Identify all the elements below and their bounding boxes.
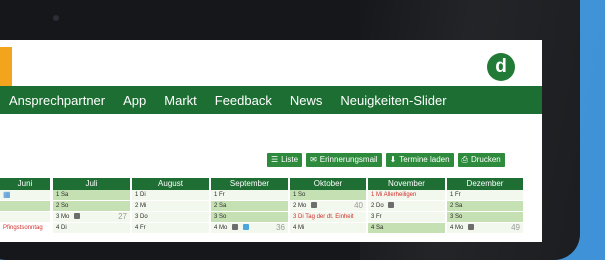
download-icon: ⬇ — [389, 155, 397, 164]
list-icon: ☰ — [271, 155, 279, 164]
year-calendar: Juni ▦ Pfingstsonntag Juli 1 Sa 2 So 3 M… — [0, 178, 542, 242]
day-label: 4 Mo — [214, 225, 228, 231]
calendar-day[interactable]: 1 Fr — [447, 190, 523, 201]
month-column-september: September 1 Fr 2 Sa 3 So 4 Mo 36 — [211, 178, 288, 234]
day-label: 2 Do — [371, 203, 384, 209]
load-appointments-button-label: Termine laden — [399, 155, 450, 164]
calendar-day[interactable]: 2 Mi — [132, 201, 209, 212]
calendar-day[interactable]: 4 Sa — [368, 223, 445, 234]
calendar-day[interactable]: 3 Di Tag der dt. Einheit — [290, 212, 366, 223]
calendar-day[interactable]: 3 Fr — [368, 212, 445, 223]
month-column-oktober: Oktober 1 So 2 Mo 40 3 Di Tag der dt. Ei… — [290, 178, 366, 234]
reminder-mail-button[interactable]: ✉ Erinnerungsmail — [306, 153, 382, 167]
calendar-day[interactable]: 2 So — [53, 201, 130, 212]
calendar-day[interactable] — [0, 212, 50, 223]
list-button[interactable]: ☰ Liste — [267, 153, 303, 167]
week-number: 27 — [118, 212, 127, 221]
main-nav: Ansprechpartner App Markt Feedback News … — [0, 86, 542, 114]
month-header: Juni — [0, 178, 50, 190]
print-button-label: Drucken — [470, 155, 501, 164]
calendar-day[interactable]: 3 So — [447, 212, 523, 223]
list-button-label: Liste — [281, 155, 299, 164]
calendar-day[interactable]: 4 Mo 36 — [211, 223, 288, 234]
week-number: 40 — [354, 201, 363, 210]
month-header: Juli — [53, 178, 130, 190]
calendar-day[interactable] — [0, 201, 50, 212]
calendar-icon: ▦ — [3, 190, 11, 199]
nav-item-ansprechpartner[interactable]: Ansprechpartner — [9, 93, 105, 108]
event-icon[interactable] — [388, 202, 395, 209]
print-icon: ⎙ — [461, 155, 468, 164]
month-column-juni: Juni ▦ Pfingstsonntag — [0, 178, 50, 234]
event-icon[interactable] — [74, 213, 81, 220]
month-column-juli: Juli 1 Sa 2 So 3 Mo 27 4 Di — [53, 178, 130, 234]
event-icon[interactable] — [468, 224, 475, 231]
nav-item-news[interactable]: News — [290, 93, 323, 108]
calendar-day[interactable]: 4 Mo 49 — [447, 223, 523, 234]
calendar-toolbar: ☰ Liste ✉ Erinnerungsmail ⬇ Termine lade… — [267, 153, 505, 167]
calendar-day[interactable]: 2 Do — [368, 201, 445, 212]
month-column-dezember: Dezember 1 Fr 2 Sa 3 So 4 Mo 49 — [447, 178, 523, 234]
calendar-day[interactable]: 1 So — [290, 190, 366, 201]
week-number: 49 — [511, 223, 520, 232]
calendar-day[interactable]: Pfingstsonntag — [0, 223, 50, 234]
month-header: November — [368, 178, 445, 190]
event-icon[interactable] — [242, 224, 249, 231]
day-label: 4 Mo — [450, 225, 464, 231]
nav-item-markt[interactable]: Markt — [164, 93, 197, 108]
calendar-day[interactable]: 2 Mo 40 — [290, 201, 366, 212]
logo[interactable]: d — [487, 53, 515, 81]
calendar-day[interactable]: 3 So — [211, 212, 288, 223]
nav-item-neuigkeiten-slider[interactable]: Neuigkeiten-Slider — [340, 93, 446, 108]
calendar-day[interactable]: 3 Mo 27 — [53, 212, 130, 223]
calendar-day[interactable]: 1 Di — [132, 190, 209, 201]
event-icon[interactable] — [311, 202, 318, 209]
day-label: 3 Mo — [56, 214, 70, 220]
month-header: Dezember — [447, 178, 523, 190]
week-number: 36 — [276, 223, 285, 232]
calendar-day[interactable]: 1 Mi Allerheiligen — [368, 190, 445, 201]
nav-item-app[interactable]: App — [123, 93, 146, 108]
calendar-day[interactable]: 4 Fr — [132, 223, 209, 234]
month-column-august: August 1 Di 2 Mi 3 Do 4 Fr — [132, 178, 209, 234]
month-header: August — [132, 178, 209, 190]
nav-item-feedback[interactable]: Feedback — [215, 93, 272, 108]
calendar-day[interactable]: 3 Do — [132, 212, 209, 223]
calendar-day[interactable]: ▦ — [0, 190, 50, 201]
print-button[interactable]: ⎙ Drucken — [457, 153, 505, 167]
camera-icon — [53, 15, 59, 21]
calendar-day[interactable]: 2 Sa — [211, 201, 288, 212]
calendar-day[interactable]: 4 Mi — [290, 223, 366, 234]
month-header: Oktober — [290, 178, 366, 190]
event-icon[interactable] — [232, 224, 239, 231]
month-header: September — [211, 178, 288, 190]
calendar-day[interactable]: 4 Di — [53, 223, 130, 234]
month-column-november: November 1 Mi Allerheiligen 2 Do 3 Fr 4 … — [368, 178, 445, 234]
reminder-mail-button-label: Erinnerungsmail — [319, 155, 378, 164]
calendar-day[interactable]: 2 Sa — [447, 201, 523, 212]
browser-screen: d Ansprechpartner App Markt Feedback New… — [0, 40, 542, 242]
envelope-icon: ✉ — [310, 155, 317, 164]
calendar-day[interactable]: 1 Fr — [211, 190, 288, 201]
calendar-day[interactable]: 1 Sa — [53, 190, 130, 201]
day-label: 2 Mo — [293, 203, 307, 209]
load-appointments-button[interactable]: ⬇ Termine laden — [385, 153, 454, 167]
